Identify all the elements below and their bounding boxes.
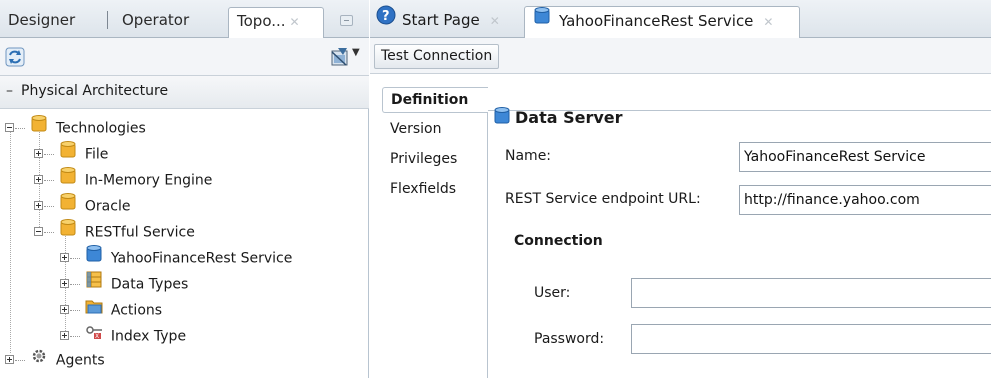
connection-header: Connection [514,233,603,249]
data-types-icon [85,270,103,296]
tab-start-page[interactable]: ? Start Page ✕ [376,5,500,38]
folder-icon [59,166,77,192]
tab-yahoo-service[interactable]: YahooFinanceRest Service ✕ [524,6,800,38]
editor-toolbar: Test Connection [370,38,991,74]
tree-node-in-memory-engine[interactable]: In-Memory Engine [34,166,213,193]
url-label: REST Service endpoint URL: [505,191,701,207]
expand-toggle-icon[interactable] [60,330,69,340]
expand-toggle-icon[interactable] [5,354,14,364]
editor-tab-bar: ? Start Page ✕ YahooFinanceRest Service ✕ [370,0,991,38]
tab-operator[interactable]: Operator [114,7,197,38]
actions-icon [85,296,103,322]
editor-panel: ? Start Page ✕ YahooFinanceRest Service ✕ T… [370,0,991,378]
tab-topology[interactable]: Topo... ✕ [228,7,324,38]
physical-architecture-label: Physical Architecture [21,83,169,99]
index-type-icon: X [85,322,103,348]
svg-text:X: X [95,333,99,340]
tree-node-label: Technologies [55,120,146,137]
svg-text:?: ? [382,9,390,24]
tree-node-oracle[interactable]: Oracle [34,192,131,219]
tab-topology-label: Topo... [237,12,286,30]
minimize-icon[interactable] [340,15,353,26]
definition-form: Data Server Name: REST Service endpoint … [487,106,991,378]
collapse-toggle-icon[interactable] [34,226,43,236]
tree-node-file[interactable]: File [34,140,109,167]
tree-node-technologies[interactable]: Technologies [5,114,146,141]
help-icon: ? [376,5,396,34]
side-tab-flexfields[interactable]: Flexfields [382,177,456,203]
tree-node-label: Data Types [110,276,189,293]
close-icon[interactable]: ✕ [490,14,500,28]
data-server-title: Data Server [515,108,623,127]
tree-node-label: Oracle [84,198,131,215]
name-field[interactable] [739,142,991,172]
tab-designer-label: Designer [8,11,76,29]
test-connection-button[interactable]: Test Connection [374,44,500,69]
tree-node-label: YahooFinanceRest Service [110,250,293,267]
tree-guide-line [10,123,11,353]
folder-icon [30,114,48,140]
name-label: Name: [505,148,552,164]
url-field[interactable] [739,185,991,215]
chevron-down-icon[interactable]: ▼ [352,47,360,58]
navigator-toolbar: ▼ [0,38,369,76]
tree-node-label: Agents [55,352,105,369]
tree-node-agents[interactable]: Agents [5,349,105,373]
connect-menu-icon[interactable] [329,46,351,72]
expand-toggle-icon[interactable] [60,252,69,262]
expand-toggle-icon[interactable] [34,174,43,184]
close-icon[interactable]: ✕ [763,15,773,29]
expand-toggle-icon[interactable] [34,148,43,158]
tab-yahoo-service-label: YahooFinanceRest Service [559,12,754,30]
navigator-panel: Designer Operator Topo... ✕ ▼ – Physical… [0,0,369,378]
tab-separator [107,11,108,29]
refresh-icon[interactable] [5,47,25,71]
folder-icon [59,140,77,166]
topology-tree: Technologies File In-Memory Engine Oracl… [0,109,369,378]
expand-toggle-icon[interactable] [60,278,69,288]
tree-node-yahoo-service[interactable]: YahooFinanceRest Service [60,244,293,271]
tab-designer[interactable]: Designer [0,7,83,38]
folder-icon [59,218,77,244]
data-server-header: Data Server [493,106,623,129]
tree-node-restful-service[interactable]: RESTful Service [34,218,195,245]
navigator-tab-bar: Designer Operator Topo... ✕ [0,0,369,38]
user-field[interactable] [631,278,991,308]
expand-toggle-icon[interactable] [34,200,43,210]
close-icon[interactable]: ✕ [290,15,300,29]
password-label: Password: [534,331,605,347]
data-server-icon [85,244,103,270]
tab-operator-label: Operator [122,11,190,29]
side-tab-definition[interactable]: Definition [382,87,488,113]
expand-toggle-icon[interactable] [60,304,69,314]
side-tab-version[interactable]: Version [382,117,441,143]
tree-node-label: In-Memory Engine [84,172,213,189]
data-server-icon [533,6,551,34]
folder-icon [59,192,77,218]
tree-node-actions[interactable]: Actions [60,299,162,323]
physical-architecture-header[interactable]: – Physical Architecture [0,76,369,109]
tree-node-label: RESTful Service [84,224,195,241]
side-tab-privileges[interactable]: Privileges [382,147,457,173]
tree-node-label: Actions [110,302,163,319]
tree-node-label: File [84,146,109,163]
tree-node-data-types[interactable]: Data Types [60,270,189,297]
user-label: User: [534,285,571,301]
agents-icon [30,346,48,372]
data-server-icon [493,106,511,129]
collapse-icon[interactable]: – [6,83,13,99]
tree-node-label: Index Type [110,328,187,345]
password-field[interactable] [631,324,991,354]
collapse-toggle-icon[interactable] [5,122,14,132]
tab-start-page-label: Start Page [402,11,480,29]
tree-node-index-type[interactable]: X Index Type [60,325,186,349]
